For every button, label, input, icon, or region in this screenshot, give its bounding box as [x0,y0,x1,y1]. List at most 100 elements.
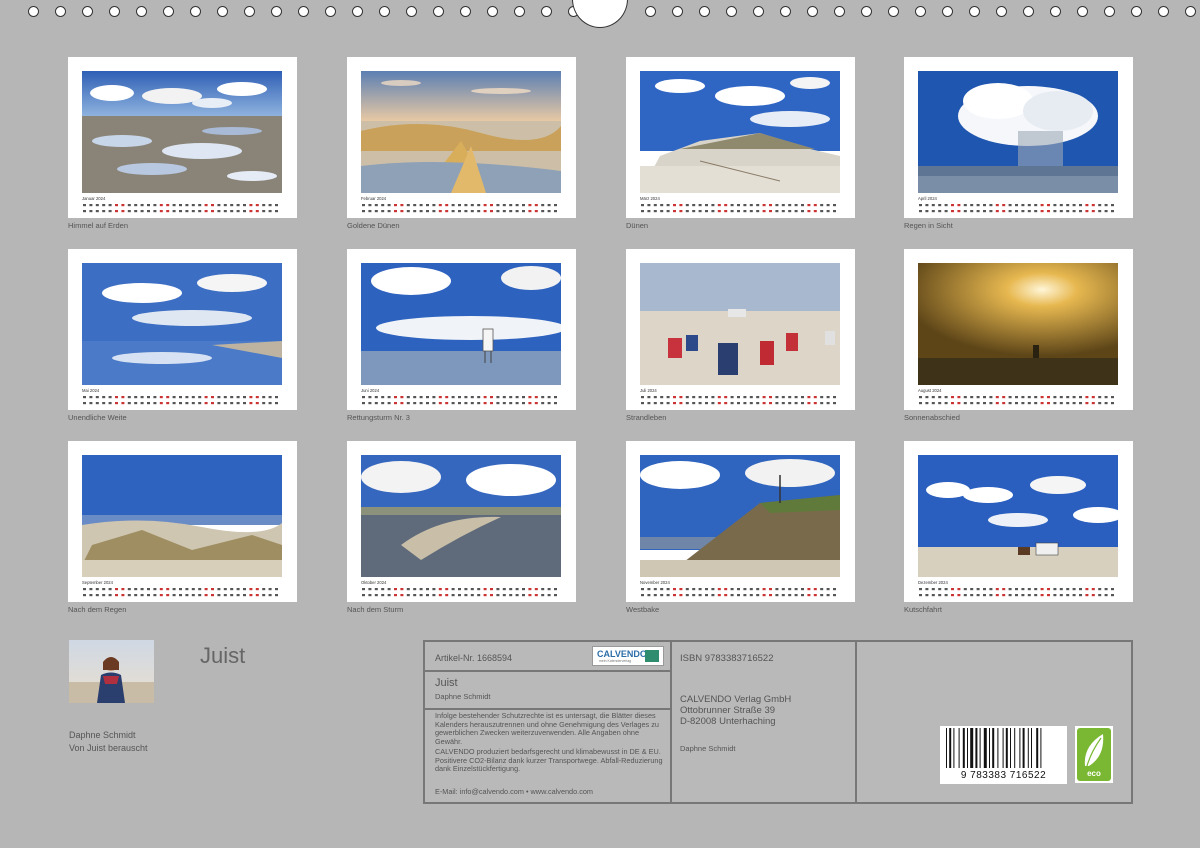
isbn: ISBN 9783383716522 [680,653,774,664]
caption-january: Himmel auf Erden [68,221,129,230]
month-card-october[interactable]: Oktober 2024 [347,441,576,602]
binding-ring [807,6,818,17]
logo-mark-icon [645,650,659,662]
binding-ring [28,6,39,17]
publisher-name: CALVENDO Verlag GmbH [680,694,792,705]
binding-ring [325,6,336,17]
binding-ring [969,6,980,17]
binding-ring [1185,6,1196,17]
binding-ring [217,6,228,17]
binding-ring [433,6,444,17]
calendar-subtitle: Von Juist berauscht [69,743,148,753]
month-label: August 2024 [918,388,942,393]
month-label: Juli 2024 [640,388,657,393]
binding-ring [487,6,498,17]
binding-ring [82,6,93,17]
day-grid [83,204,278,213]
barcode: 9 783383 716522 [940,726,1067,784]
binding-ring [1158,6,1169,17]
month-card-may[interactable]: Mai 2024 [68,249,297,410]
binding-ring [298,6,309,17]
day-grid [641,396,836,405]
caption-december: Kutschfahrt [904,605,942,614]
barcode-digits: 9 783383 716522 [960,770,1047,781]
binding-ring [163,6,174,17]
month-card-december[interactable]: Dezember 2024 [904,441,1133,602]
month-label: Dezember 2024 [918,580,948,585]
binding-ring [136,6,147,17]
publisher-street: Ottobrunner Straße 39 [680,705,776,716]
binding-ring [672,6,683,17]
binding-ring [1131,6,1142,17]
caption-april: Regen in Sicht [904,221,953,230]
binding-ring [699,6,710,17]
calvendo-logo: CALVENDO mein Kalenderverlag [592,646,664,666]
photo-october [361,455,561,577]
day-grid [83,396,278,405]
caption-november: Westbake [626,605,660,614]
logo-subtext: mein Kalenderverlag [599,659,632,663]
binding-ring [109,6,120,17]
info-author: Daphne Schmidt [435,692,491,701]
contact-info: E-Mail: info@calvendo.com • www.calvendo… [435,787,593,796]
publisher-info-box: Artikel-Nr. 1668594 CALVENDO mein Kalend… [423,640,1133,804]
binding-ring [271,6,282,17]
month-label: Februar 2024 [361,196,387,201]
month-label: Oktober 2024 [361,580,387,585]
info-title: Juist [435,677,458,689]
month-label: Mai 2024 [82,388,100,393]
month-card-july[interactable]: Juli 2024 [626,249,855,410]
binding-ring [460,6,471,17]
eco-label: eco [1087,769,1101,778]
binding-ring [726,6,737,17]
day-grid [919,396,1114,405]
caption-october: Nach dem Sturm [347,605,404,614]
publisher-city: D-82008 Unterhaching [680,716,776,727]
day-grid [919,588,1114,597]
month-card-february[interactable]: Februar 2024 [347,57,576,218]
day-grid [362,204,557,213]
photo-june [361,263,561,385]
day-grid [362,396,557,405]
eco-badge: eco [1075,726,1113,783]
month-card-november[interactable]: November 2024 [626,441,855,602]
month-card-march[interactable]: März 2024 [626,57,855,218]
binding-ring [244,6,255,17]
month-card-august[interactable]: August 2024 [904,249,1133,410]
day-grid [83,588,278,597]
binding-ring [1077,6,1088,17]
binding-ring [379,6,390,17]
caption-march: Dünen [626,221,649,230]
day-grid [641,204,836,213]
month-card-april[interactable]: April 2024 [904,57,1133,218]
month-label: Juni 2024 [361,388,380,393]
caption-september: Nach dem Regen [68,605,127,614]
month-card-january[interactable]: Januar 2024 [68,57,297,218]
day-grid [362,588,557,597]
photo-september [82,455,282,577]
photo-july [640,263,840,385]
binding-ring [645,6,656,17]
month-card-june[interactable]: Juni 2024 [347,249,576,410]
month-label: Januar 2024 [82,196,106,201]
caption-june: Rettungsturm Nr. 3 [347,413,410,422]
publisher-author: Daphne Schmidt [680,744,736,753]
caption-february: Goldene Dünen [347,221,400,230]
photo-may [82,263,282,385]
photo-february [361,71,561,193]
article-number: Artikel-Nr. 1668594 [435,653,513,663]
day-grid [919,204,1114,213]
binding-ring [834,6,845,17]
month-label: September 2024 [82,580,113,585]
binding-ring [780,6,791,17]
calendar-title: Juist [200,643,246,668]
caption-july: Strandleben [626,413,667,422]
month-card-september[interactable]: September 2024 [68,441,297,602]
logo-text: CALVENDO [597,649,647,659]
eco-notice: CALVENDO produziert bedarfsgerecht und k… [435,747,663,773]
binding-ring [1023,6,1034,17]
binding-ring [915,6,926,17]
photo-november [640,455,840,577]
binding-ring [541,6,552,17]
binding-ring [406,6,417,17]
